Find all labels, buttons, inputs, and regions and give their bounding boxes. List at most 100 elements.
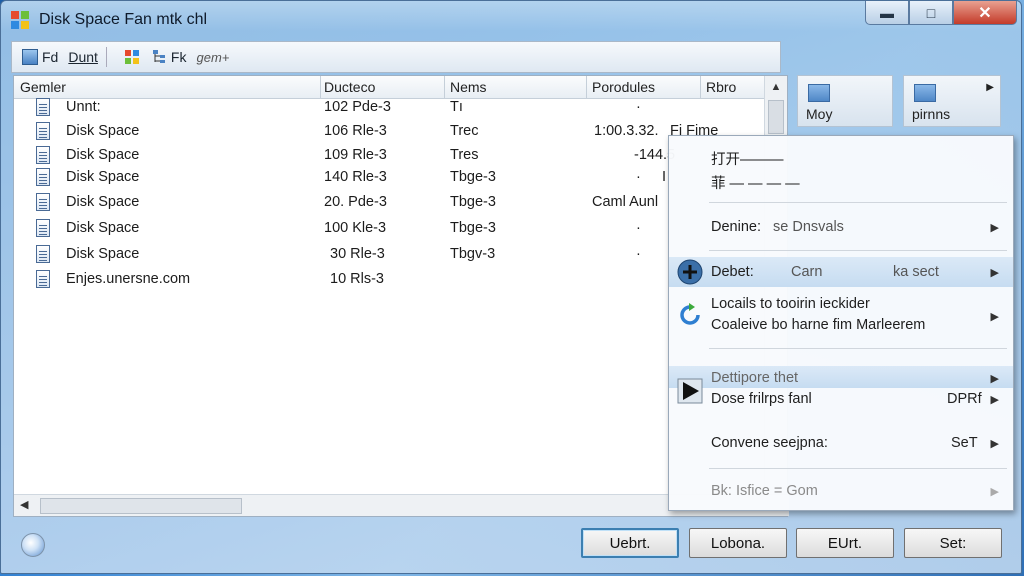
column-divider[interactable] bbox=[320, 76, 321, 98]
toolbar-item-fk[interactable]: Fk bbox=[152, 49, 187, 65]
menu-item-convene[interactable]: Convene seejpna: SeT ▶ bbox=[669, 432, 1013, 456]
refresh-icon bbox=[680, 303, 700, 325]
maximize-button[interactable]: □ bbox=[909, 1, 953, 25]
tile-pirnns[interactable]: pirnns ▶ bbox=[903, 75, 1001, 127]
item-type: Tbge-3 bbox=[450, 220, 496, 236]
toolbar-label-gem: gem+ bbox=[196, 49, 230, 65]
toolbar-item-file[interactable]: Fd bbox=[22, 49, 58, 65]
move-icon bbox=[677, 259, 703, 285]
menu-item-label: Dettipore thet bbox=[711, 370, 799, 386]
file-icon bbox=[22, 49, 38, 65]
toolbar-item-dunt[interactable]: Dunt bbox=[68, 49, 98, 65]
globe-icon[interactable] bbox=[21, 533, 45, 557]
minimize-button[interactable]: ▬ bbox=[865, 1, 909, 25]
menu-item-locals[interactable]: Locails to tooirin ieckider Coaleive bo … bbox=[669, 294, 1013, 338]
app-icon bbox=[11, 11, 29, 29]
item-size: 140 Rle-3 bbox=[324, 169, 387, 185]
column-divider[interactable] bbox=[586, 76, 587, 98]
scroll-thumb-horizontal[interactable] bbox=[40, 498, 242, 514]
chevron-right-icon: ▶ bbox=[986, 82, 994, 93]
column-header-type[interactable]: Nems bbox=[450, 79, 487, 95]
list-item[interactable]: Disk Space 140 Rle-3 Tbge-3 · I bbox=[14, 166, 766, 190]
main-window: Disk Space Fan mtk chl ▬ □ ✕ Fd Dunt Fk … bbox=[0, 0, 1022, 574]
list-item[interactable]: Disk Space 30 Rle-3 Tbgv-3 · bbox=[14, 243, 766, 267]
item-props: · bbox=[636, 99, 641, 115]
document-icon bbox=[36, 245, 50, 263]
item-props: · bbox=[636, 220, 641, 236]
scroll-left-arrow-icon[interactable]: ◀ bbox=[20, 498, 28, 511]
chevron-right-icon: ▶ bbox=[990, 438, 999, 450]
tile-label: pirnns bbox=[912, 106, 951, 122]
item-name: Disk Space bbox=[66, 194, 140, 210]
item-props: · bbox=[636, 169, 641, 185]
scroll-up-arrow-icon[interactable]: ▲ bbox=[765, 76, 787, 98]
item-name: Disk Space bbox=[66, 123, 140, 139]
item-name: Disk Space bbox=[66, 147, 140, 163]
debit-button[interactable]: Uebrt. bbox=[581, 528, 679, 558]
menu-item-edit[interactable]: 菲 — — — — bbox=[669, 172, 1013, 192]
document-icon bbox=[36, 146, 50, 164]
document-icon bbox=[36, 168, 50, 186]
menu-item-dettipore[interactable]: Dettipore thet Dose frilrps fanl DPRf ▶ … bbox=[669, 366, 1013, 414]
menu-item-office[interactable]: Bk: Isfice = Gom ▶ bbox=[669, 480, 1013, 504]
menu-item-label: Bk: Isfice = Gom bbox=[711, 483, 818, 499]
menu-item-open[interactable]: 打开——— bbox=[669, 148, 1013, 168]
column-divider[interactable] bbox=[444, 76, 445, 98]
item-size: 10 Rls-3 bbox=[330, 271, 384, 287]
title-bar: Disk Space Fan mtk chl ▬ □ ✕ bbox=[1, 1, 1021, 39]
column-divider[interactable] bbox=[700, 76, 701, 98]
document-icon bbox=[36, 270, 50, 288]
column-header-name[interactable]: Gemler bbox=[20, 79, 66, 95]
window-title: Disk Space Fan mtk chl bbox=[39, 11, 208, 28]
list-item[interactable]: Enjes.unersne.com 10 Rls-3 bbox=[14, 268, 766, 292]
quick-access-pane: Moy pirnns ▶ bbox=[797, 75, 1007, 135]
toolbar-item-grid[interactable] bbox=[124, 50, 143, 64]
list-item[interactable]: Disk Space 106 Rle-3 Trec 1:00.3.32. Fi … bbox=[14, 120, 766, 144]
menu-item-label: Convene seejpna: bbox=[711, 435, 828, 451]
list-item[interactable]: Disk Space 100 Kle-3 Tbge-3 · bbox=[14, 217, 766, 241]
item-size: 102 Pde-3 bbox=[324, 99, 391, 115]
toolbar-label-dunt: Dunt bbox=[68, 49, 98, 65]
column-header-rb[interactable]: Rbro bbox=[706, 79, 736, 95]
folder-icon bbox=[808, 84, 830, 102]
item-type: Trec bbox=[450, 123, 479, 139]
menu-item-sub: ka sect bbox=[893, 264, 939, 280]
chevron-right-icon: ▶ bbox=[990, 311, 999, 323]
column-header-size[interactable]: Ducteco bbox=[324, 79, 375, 95]
menu-item-debet[interactable]: Debet: Carn ka sect ▶ bbox=[669, 257, 1013, 287]
tile-moy[interactable]: Moy bbox=[797, 75, 893, 127]
menu-item-label: 菲 — — — — bbox=[711, 176, 800, 192]
toolbar-label-fk: Fk bbox=[170, 49, 187, 65]
chevron-right-icon: ▶ bbox=[990, 394, 999, 406]
lobona-button[interactable]: Lobona. bbox=[689, 528, 787, 558]
chevron-right-icon: ▶ bbox=[990, 486, 999, 498]
list-item[interactable]: Disk Space 20. Pde-3 Tbge-3 Caml Aunl bbox=[14, 191, 766, 215]
item-size: 100 Kle-3 bbox=[324, 220, 387, 236]
folder-icon bbox=[914, 84, 936, 102]
item-size: 106 Rle-3 bbox=[324, 123, 387, 139]
document-icon bbox=[36, 122, 50, 140]
toolbar-separator bbox=[105, 47, 107, 67]
set-button[interactable]: Set: bbox=[904, 528, 1002, 558]
menu-item-label: Denine: bbox=[711, 219, 761, 235]
list-item[interactable]: Disk Space 109 Rle-3 Tres -144.5 bbox=[14, 144, 766, 168]
list-item[interactable]: Unnt: 102 Pde-3 Tı · bbox=[14, 96, 766, 120]
close-button[interactable]: ✕ bbox=[953, 1, 1017, 25]
menu-item-define[interactable]: Denine: se Dnsvals ▶ bbox=[669, 216, 1013, 240]
edit-button[interactable]: EUrt. bbox=[796, 528, 894, 558]
document-icon bbox=[36, 219, 50, 237]
column-header-props[interactable]: Porodules bbox=[592, 79, 655, 95]
context-menu: 打开——— 菲 — — — — Denine: se Dnsvals ▶ Deb… bbox=[668, 135, 1014, 511]
toolbar-item-gem[interactable]: gem+ bbox=[196, 50, 229, 65]
item-name: Disk Space bbox=[66, 220, 140, 236]
scroll-thumb[interactable] bbox=[768, 100, 784, 134]
menu-item-sub: se Dnsvals bbox=[773, 219, 844, 235]
chevron-right-icon: ▶ bbox=[990, 373, 999, 385]
menu-separator bbox=[709, 348, 1007, 349]
item-rb: I bbox=[662, 169, 667, 185]
item-type: Tbge-3 bbox=[450, 169, 496, 185]
item-size: 109 Rle-3 bbox=[324, 147, 387, 163]
document-icon bbox=[36, 193, 50, 211]
menu-item-label: Dose frilrps fanl bbox=[711, 391, 812, 407]
item-name: Disk Space bbox=[66, 246, 140, 262]
